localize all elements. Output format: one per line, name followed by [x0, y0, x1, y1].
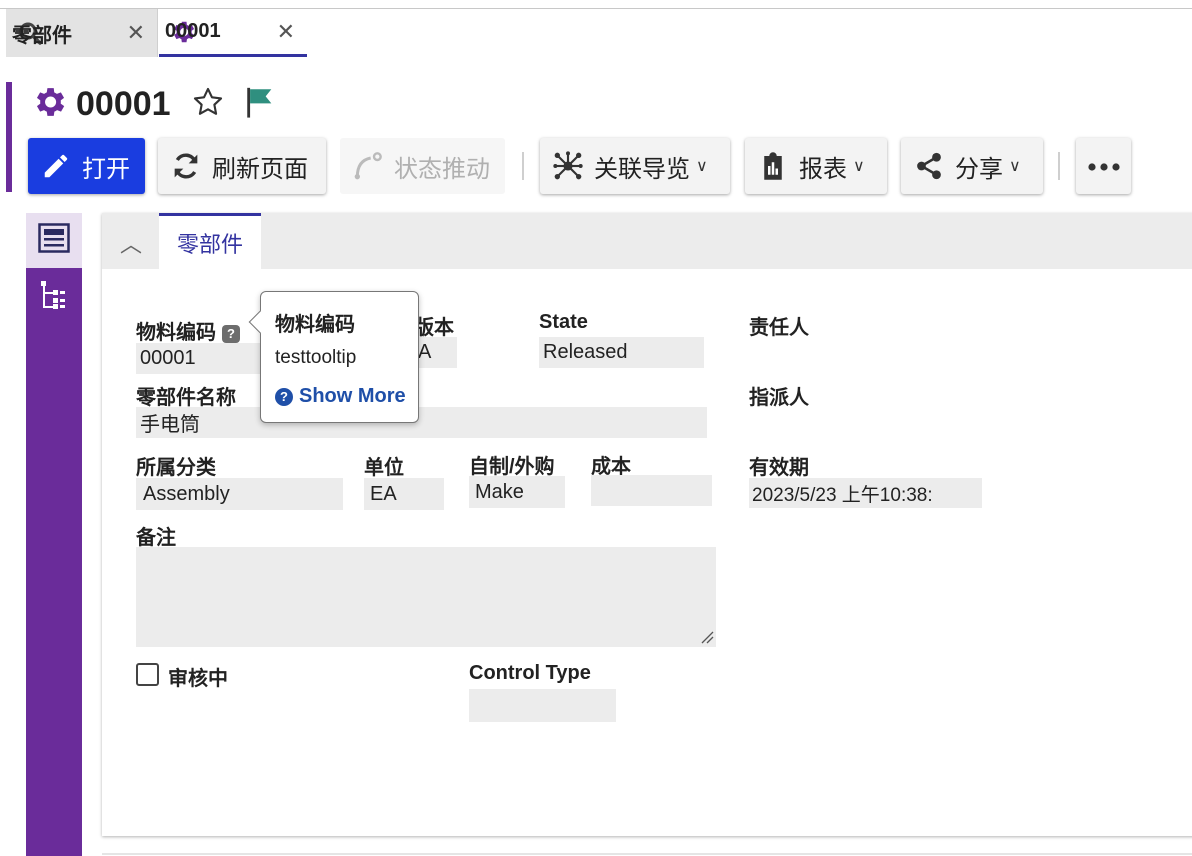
close-icon[interactable]: ✕: [277, 19, 295, 45]
side-panel: [26, 213, 82, 856]
more-actions-button[interactable]: [1076, 138, 1131, 194]
state-label: 状态推动: [394, 155, 490, 183]
control-type-field[interactable]: [469, 689, 616, 722]
flag-icon[interactable]: [243, 85, 277, 124]
toolbar: 打开 刷新页面 状态推动 关联导览 ∨ 报表 ∨ 分享 ∨: [0, 138, 1192, 194]
pencil-icon: [40, 150, 72, 182]
make-buy-field[interactable]: Make: [469, 476, 565, 508]
effective-date-value: 2023/5/23 上午10:38:: [752, 484, 933, 506]
close-icon[interactable]: ✕: [127, 20, 145, 46]
refresh-icon: [170, 150, 202, 182]
version-field[interactable]: A: [414, 337, 457, 368]
nav-label: 关联导览: [594, 155, 690, 183]
make-buy-label: 自制/外购: [469, 456, 555, 478]
in-review-checkbox[interactable]: [136, 663, 159, 686]
section-header: ︿ 零部件: [102, 213, 1192, 269]
toolbar-divider: [1058, 152, 1060, 180]
owner-label: 责任人: [749, 317, 809, 339]
cost-field[interactable]: [591, 475, 712, 506]
open-button[interactable]: 打开: [28, 138, 145, 194]
chevron-down-icon: ∨: [696, 158, 708, 175]
share-icon: [913, 150, 945, 182]
part-name-value: 手电筒: [140, 414, 200, 436]
state-value: Released: [543, 341, 628, 363]
tab-bar: 零部件 ✕ 00001 ✕: [0, 9, 1192, 57]
question-icon: ?: [275, 387, 293, 406]
state-field[interactable]: Released: [539, 337, 704, 368]
state-flow-icon: [352, 150, 384, 182]
state-promote-button[interactable]: 状态推动: [340, 138, 505, 194]
version-label: 版本: [414, 317, 454, 339]
open-label: 打开: [82, 155, 130, 183]
refresh-label: 刷新页面: [212, 155, 308, 183]
gear-icon: [30, 83, 68, 126]
share-button[interactable]: 分享 ∨: [901, 138, 1043, 194]
refresh-page-button[interactable]: 刷新页面: [158, 138, 326, 194]
share-label: 分享: [955, 155, 1003, 183]
effective-date-field[interactable]: 2023/5/23 上午10:38:: [749, 478, 982, 508]
clipboard-chart-icon: [757, 150, 789, 182]
page-header: 00001: [30, 82, 277, 126]
state-label: State: [539, 311, 588, 333]
collapse-chevron-icon[interactable]: ︿: [120, 227, 142, 259]
unit-value: EA: [370, 482, 397, 505]
help-tooltip: 物料编码 testtooltip ? Show More: [248, 291, 419, 423]
tooltip-title: 物料编码: [275, 314, 355, 336]
tooltip-text: testtooltip: [275, 347, 357, 368]
notes-textarea[interactable]: [136, 547, 716, 647]
structure-view-button[interactable]: [26, 271, 82, 326]
tab-parts-section[interactable]: 零部件: [159, 213, 261, 269]
show-more-label: Show More: [299, 385, 406, 407]
tab-label: 00001: [165, 20, 221, 42]
in-review-label: 审核中: [168, 668, 228, 690]
resize-handle-icon[interactable]: [700, 630, 714, 649]
notes-label: 备注: [136, 527, 176, 549]
chevron-down-icon: ∨: [853, 158, 865, 175]
unit-field[interactable]: EA: [364, 478, 444, 510]
category-label: 所属分类: [136, 457, 216, 479]
material-code-value: 00001: [140, 347, 196, 369]
chevron-down-icon: ∨: [1009, 158, 1021, 175]
tree-structure-icon: [39, 279, 69, 318]
more-dots-icon: [1086, 152, 1122, 180]
toolbar-divider: [522, 152, 524, 180]
form-view-button[interactable]: [26, 213, 82, 268]
window-top-strip: [0, 0, 1192, 9]
related-navigation-button[interactable]: 关联导览 ∨: [540, 138, 730, 194]
divider: [102, 853, 1192, 855]
make-buy-value: Make: [475, 480, 524, 503]
favorite-star-icon[interactable]: [191, 85, 225, 124]
part-name-label: 零部件名称: [136, 387, 236, 409]
category-field[interactable]: Assembly: [136, 478, 343, 510]
report-button[interactable]: 报表 ∨: [745, 138, 887, 194]
show-more-link[interactable]: ? Show More: [275, 385, 406, 408]
part-name-field[interactable]: 手电筒: [136, 407, 707, 438]
form-icon: [38, 223, 70, 258]
help-icon[interactable]: ?: [222, 324, 240, 343]
category-value: Assembly: [143, 482, 230, 505]
unit-label: 单位: [364, 457, 404, 479]
section-tab-label: 零部件: [176, 231, 243, 257]
tab-item-00001[interactable]: 00001 ✕: [159, 9, 307, 57]
tab-parts-search[interactable]: 零部件 ✕: [6, 9, 158, 57]
effective-date-label: 有效期: [749, 457, 809, 479]
material-code-field[interactable]: 00001: [136, 343, 266, 374]
version-value: A: [418, 341, 432, 363]
report-label: 报表: [799, 155, 847, 183]
material-code-label: 物料编码?: [136, 316, 240, 345]
network-icon: [552, 150, 584, 182]
assignee-label: 指派人: [749, 387, 809, 409]
control-type-label: Control Type: [469, 662, 591, 684]
page-title: 00001: [76, 84, 171, 123]
material-code-label-text: 物料编码: [136, 322, 216, 344]
tab-label: 零部件: [12, 24, 72, 47]
